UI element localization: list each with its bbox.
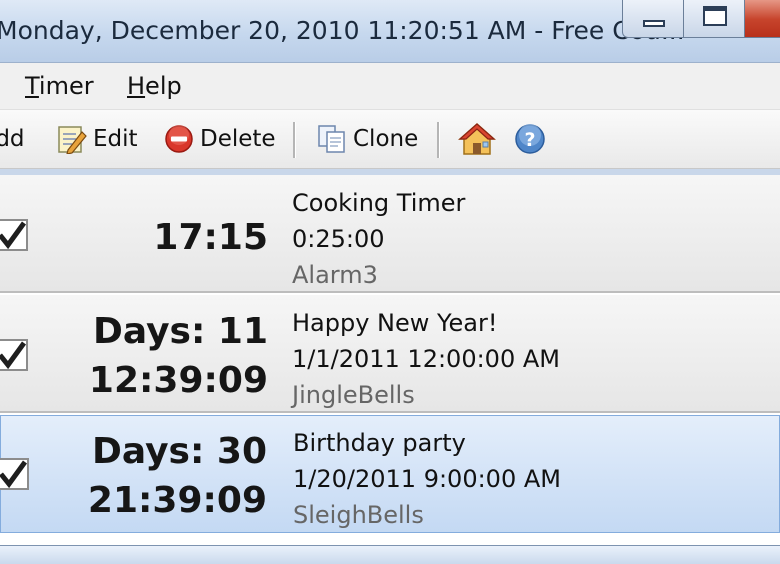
home-button[interactable]	[458, 122, 502, 156]
toolbar: Add Edit Delet	[0, 110, 780, 169]
svg-text:?: ?	[524, 129, 535, 151]
timer-row[interactable]: Days: 11 12:39:09 Happy New Year! 1/1/20…	[0, 295, 780, 413]
toolbar-separator	[293, 122, 296, 158]
menu-timer[interactable]: Timer	[25, 72, 94, 100]
maximize-icon	[703, 6, 727, 26]
timer-enabled-checkbox[interactable]	[0, 458, 29, 490]
countdown-display: 17:15	[153, 213, 268, 262]
menu-bar: Timer Help	[0, 63, 780, 110]
add-button[interactable]: Add	[0, 122, 25, 156]
edit-label: Edit	[93, 126, 138, 152]
maximize-button[interactable]	[683, 0, 745, 38]
timer-details: Cooking Timer 0:25:00 Alarm3	[292, 185, 465, 293]
countdown-line1: 17:15	[153, 217, 268, 258]
countdown-display: Days: 30 21:39:09	[88, 427, 267, 525]
timer-target: 1/1/2011 12:00:00 AM	[292, 345, 560, 373]
timer-sound: SleighBells	[293, 501, 424, 529]
delete-label: Delete	[200, 126, 276, 152]
clone-button[interactable]: Clone	[317, 122, 418, 156]
timer-enabled-checkbox[interactable]	[0, 339, 28, 371]
timer-row[interactable]: 17:15 Cooking Timer 0:25:00 Alarm3	[0, 175, 780, 293]
edit-icon	[57, 124, 87, 155]
countdown-time: 21:39:09	[87, 480, 267, 521]
timer-enabled-checkbox[interactable]	[0, 219, 28, 251]
menu-help-label: elp	[145, 72, 182, 100]
close-button[interactable]	[744, 0, 780, 38]
countdown-days: Days: 11	[93, 311, 268, 352]
home-icon	[458, 122, 496, 156]
countdown-display: Days: 11 12:39:09	[89, 307, 268, 405]
minimize-icon	[643, 20, 665, 27]
window-title: Monday, December 20, 2010 11:20:51 AM - …	[0, 16, 685, 45]
menu-help-accelerator: H	[127, 72, 146, 100]
timer-name: Cooking Timer	[292, 189, 466, 217]
caption-buttons	[622, 0, 780, 40]
checkmark-icon	[0, 221, 27, 250]
timer-target: 0:25:00	[292, 225, 385, 253]
timer-name: Birthday party	[293, 429, 466, 457]
countdown-days: Days: 30	[92, 431, 267, 472]
minimize-button[interactable]	[622, 0, 684, 38]
delete-icon	[164, 124, 194, 154]
timer-target: 1/20/2011 9:00:00 AM	[293, 465, 561, 493]
timer-row-selected[interactable]: Days: 30 21:39:09 Birthday party 1/20/20…	[0, 415, 780, 533]
delete-button[interactable]: Delete	[164, 122, 276, 156]
app-window: Monday, December 20, 2010 11:20:51 AM - …	[0, 0, 780, 564]
toolbar-separator	[437, 122, 440, 158]
timer-details: Happy New Year! 1/1/2011 12:00:00 AM Jin…	[292, 305, 560, 413]
checkmark-icon	[0, 460, 28, 489]
timer-details: Birthday party 1/20/2011 9:00:00 AM Slei…	[293, 425, 561, 533]
help-button[interactable]: ?	[514, 122, 552, 156]
menu-help[interactable]: Help	[127, 72, 182, 100]
window-bottom-border	[0, 545, 780, 564]
edit-button[interactable]: Edit	[57, 122, 138, 156]
countdown-time: 12:39:09	[88, 360, 268, 401]
menu-timer-accelerator: T	[25, 72, 39, 100]
clone-icon	[317, 124, 347, 154]
clone-label: Clone	[353, 126, 419, 152]
menu-timer-label: imer	[38, 72, 94, 100]
timer-list: 17:15 Cooking Timer 0:25:00 Alarm3 Days:…	[0, 175, 780, 564]
timer-sound: JingleBells	[292, 381, 415, 409]
title-bar[interactable]: Monday, December 20, 2010 11:20:51 AM - …	[0, 0, 780, 63]
timer-sound: Alarm3	[292, 261, 378, 289]
help-icon: ?	[514, 123, 546, 155]
add-label: Add	[0, 126, 25, 152]
checkmark-icon	[0, 341, 27, 370]
timer-name: Happy New Year!	[292, 309, 498, 337]
